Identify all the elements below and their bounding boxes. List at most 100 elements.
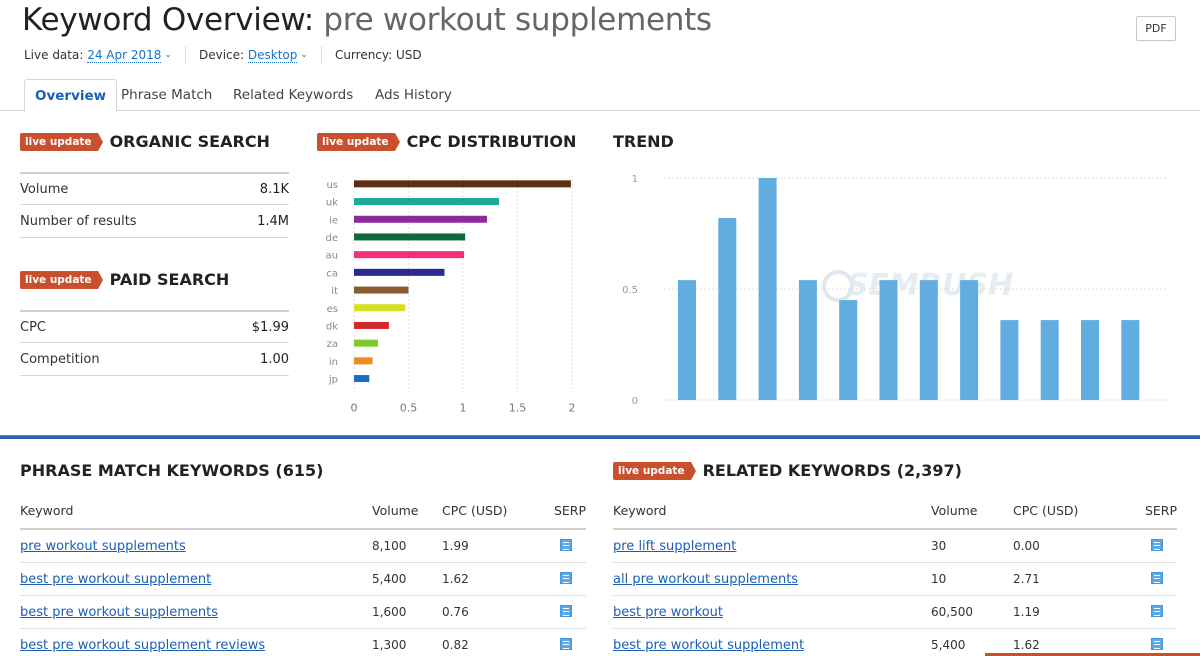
- keyword-link[interactable]: all pre workout supplements: [613, 572, 798, 587]
- table-row: pre lift supplement 30 0.00: [613, 530, 1177, 563]
- column-cpc[interactable]: CPC (USD): [442, 503, 544, 518]
- trend-bar: [1040, 320, 1059, 400]
- volume-cell: 5,400: [931, 638, 966, 652]
- tab-ads-history[interactable]: Ads History: [375, 79, 452, 111]
- keyword-link[interactable]: best pre workout supplement: [613, 638, 804, 653]
- category-label: za: [327, 339, 338, 350]
- table-header: Keyword Volume CPC (USD) SERP: [613, 492, 1177, 530]
- metric-row: Number of results 1.4M: [20, 205, 289, 238]
- table-row: best pre workout supplement reviews 1,300…: [20, 629, 586, 656]
- live-data-label: Live data:: [24, 48, 84, 62]
- column-volume[interactable]: Volume: [372, 503, 442, 518]
- device-selector[interactable]: Desktop: [247, 48, 298, 63]
- organic-search-title: ORGANIC SEARCH: [109, 132, 270, 151]
- serp-icon[interactable]: [1151, 571, 1163, 584]
- phrase-match-title: PHRASE MATCH KEYWORDS (615): [20, 461, 324, 480]
- cpc-distribution-chart: 0 0.5 1 1.5 2 us uk ie de au ca it es dk za in jp: [326, 175, 576, 414]
- x-tick-label: 1: [460, 401, 467, 414]
- serp-icon[interactable]: [560, 637, 572, 650]
- trend-bar: [1081, 320, 1099, 400]
- metric-label: Number of results: [20, 213, 137, 229]
- volume-cell: 1,300: [372, 638, 407, 652]
- section-divider: [0, 435, 1200, 439]
- serp-icon[interactable]: [1151, 538, 1163, 551]
- category-label: in: [329, 357, 338, 368]
- cpc-bar-it: [354, 286, 409, 294]
- tab-overview[interactable]: Overview: [24, 79, 118, 112]
- serp-cell: [1135, 637, 1177, 653]
- serp-cell: [1135, 571, 1177, 587]
- table-header: Keyword Volume CPC (USD) SERP: [20, 492, 586, 530]
- column-serp: SERP: [553, 502, 586, 518]
- serp-icon[interactable]: [1151, 637, 1163, 650]
- cpc-bar-de: [354, 233, 466, 241]
- related-keywords-heading: live update RELATED KEYWORDS (2,397): [613, 461, 962, 480]
- column-keyword[interactable]: Keyword: [20, 503, 372, 518]
- meta-divider: [184, 46, 186, 64]
- serp-cell: [544, 538, 586, 554]
- currency-label: Currency:: [334, 48, 393, 62]
- category-label: jp: [328, 375, 338, 386]
- serp-cell: [1135, 604, 1177, 620]
- category-label: es: [327, 304, 338, 315]
- y-tick-label: 1: [632, 174, 638, 185]
- x-tick-label: 1.5: [509, 401, 527, 414]
- tab-phrase-match[interactable]: Phrase Match: [121, 79, 212, 111]
- table-row: best pre workout supplements 1,600 0.76: [20, 596, 586, 629]
- keyword-link[interactable]: pre workout supplements: [20, 539, 186, 554]
- cpc-bar-jp: [354, 375, 370, 383]
- keyword-link[interactable]: pre lift supplement: [613, 539, 736, 554]
- metric-label: Competition: [20, 351, 100, 367]
- column-volume[interactable]: Volume: [931, 503, 1013, 518]
- serp-icon[interactable]: [560, 604, 572, 617]
- keyword-link[interactable]: best pre workout supplements: [20, 605, 218, 620]
- chevron-down-icon[interactable]: ⌄: [300, 50, 308, 60]
- keyword-link[interactable]: best pre workout supplement: [20, 572, 211, 587]
- paid-search-title: PAID SEARCH: [109, 270, 230, 289]
- trend-bar: [798, 280, 817, 400]
- metric-value: 1.4M: [257, 213, 289, 229]
- live-update-badge: live update: [20, 270, 103, 289]
- volume-cell: 8,100: [372, 539, 407, 553]
- trend-bar: [758, 178, 777, 400]
- live-update-badge: live update: [20, 132, 103, 151]
- cpc-bar-za: [354, 339, 378, 347]
- category-label: it: [331, 286, 338, 297]
- related-keywords-table: Keyword Volume CPC (USD) SERP pre lift s…: [613, 492, 1177, 656]
- date-selector[interactable]: 24 Apr 2018: [87, 48, 162, 63]
- related-keywords-title: RELATED KEYWORDS (2,397): [702, 461, 962, 480]
- phrase-match-heading: PHRASE MATCH KEYWORDS (615): [20, 461, 323, 480]
- pdf-export-button[interactable]: PDF: [1136, 16, 1176, 41]
- volume-cell: 1,600: [372, 605, 407, 619]
- keyword-link[interactable]: best pre workout supplement reviews: [20, 638, 265, 653]
- chevron-down-icon[interactable]: ⌄: [164, 50, 172, 60]
- cpc-bar-au: [354, 251, 465, 259]
- metric-label: Volume: [20, 181, 69, 197]
- metric-row: Competition 1.00: [20, 343, 289, 376]
- cpc-cell: 1.99: [442, 539, 469, 553]
- cpc-cell: 1.62: [442, 572, 469, 586]
- keyword-cell: pre workout supplements: [20, 539, 372, 554]
- keyword-cell: best pre workout supplement: [20, 572, 372, 587]
- paid-search-heading: live update PAID SEARCH: [20, 270, 229, 289]
- metric-row: CPC $1.99: [20, 310, 289, 343]
- serp-icon[interactable]: [1151, 604, 1163, 617]
- keyword-cell: best pre workout: [613, 605, 931, 620]
- tab-related-keywords[interactable]: Related Keywords: [233, 79, 353, 111]
- organic-search-table: Volume 8.1K Number of results 1.4M: [20, 172, 289, 238]
- serp-icon[interactable]: [560, 571, 572, 584]
- keyword-link[interactable]: best pre workout: [613, 605, 723, 620]
- cpc-cell: 1.19: [1013, 605, 1040, 619]
- column-cpc[interactable]: CPC (USD): [1013, 503, 1135, 518]
- keyword-cell: best pre workout supplements: [20, 605, 372, 620]
- serp-cell: [544, 571, 586, 587]
- metric-row: Volume 8.1K: [20, 172, 289, 205]
- page-title: Keyword Overview: pre workout supplement…: [22, 2, 712, 38]
- cpc-bar-dk: [354, 321, 389, 329]
- cpc-cell: 0.76: [442, 605, 469, 619]
- phrase-match-table: Keyword Volume CPC (USD) SERP pre workou…: [20, 492, 586, 656]
- metric-value: 8.1K: [259, 181, 289, 197]
- serp-icon[interactable]: [560, 538, 572, 551]
- trend-bar: [839, 300, 858, 400]
- column-keyword[interactable]: Keyword: [613, 503, 931, 518]
